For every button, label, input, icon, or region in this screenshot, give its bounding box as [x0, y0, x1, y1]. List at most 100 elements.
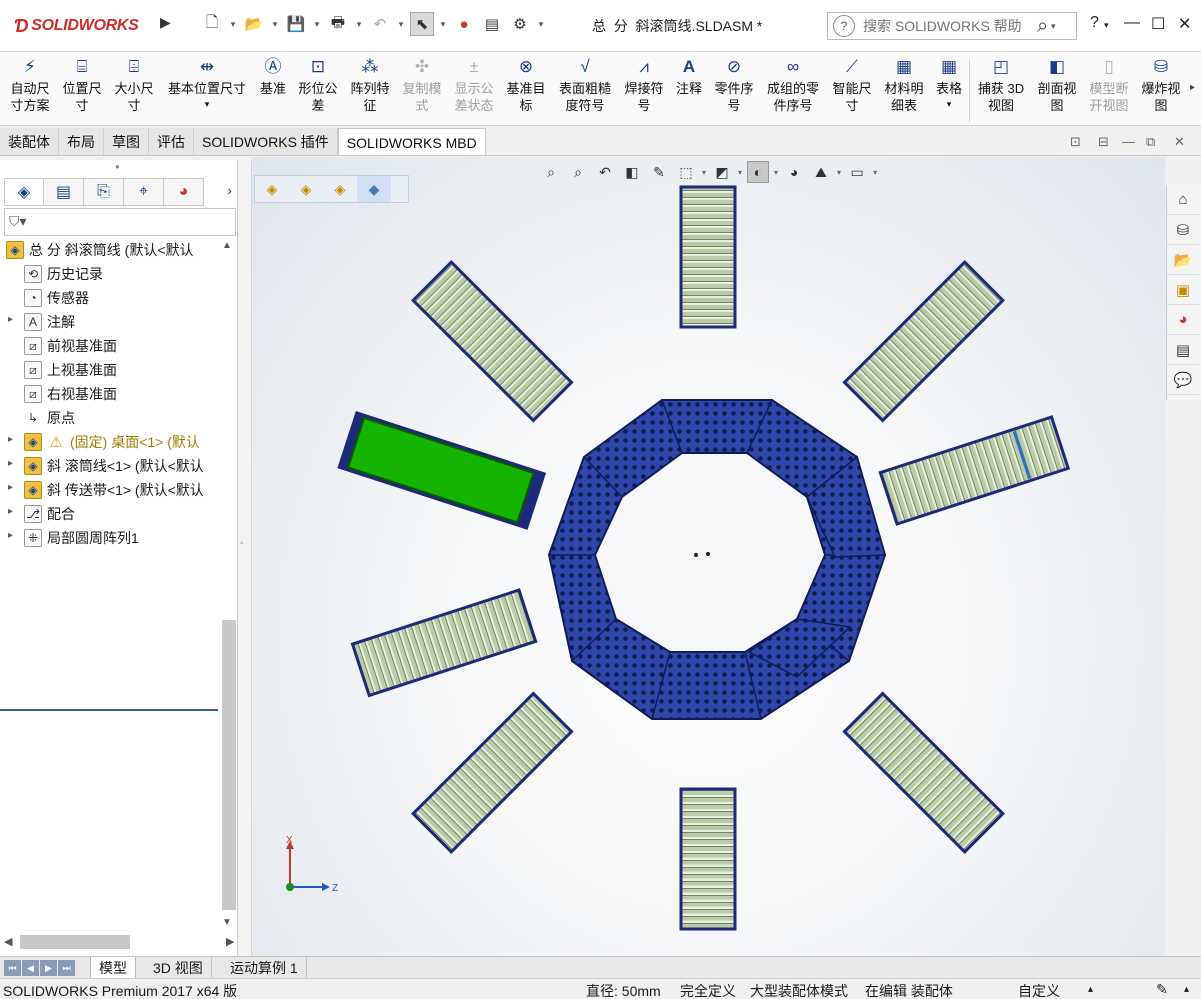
graphics-viewport[interactable]: ◈ ◈ ◈ ◆ ⌕ ⌕ ↶ ◧ ✎ ⬚ ▾ ◩ ▾ ◐ ▾ ◕ ⛰ ▾ ▭ ▾ X Z	[252, 157, 1165, 956]
tree-item-sensors[interactable]: ◔ 传感器	[0, 286, 220, 310]
tree-item-desk[interactable]: ▸ ◈ ⚠ (固定) 桌面<1> (默认	[0, 430, 220, 454]
size-dimension-button[interactable]: ⌹ 大小尺 寸	[110, 58, 158, 114]
display-style-icon[interactable]: ◩	[711, 161, 733, 183]
bom-button[interactable]: ▦ 材料明 细表	[880, 58, 928, 114]
display-style-dropdown-icon[interactable]: ▾	[738, 168, 742, 177]
arm-top-right[interactable]	[842, 260, 1005, 423]
select-dropdown-icon[interactable]: ▾	[438, 19, 448, 30]
configuration-manager-tab-icon[interactable]: ⎘	[84, 178, 124, 206]
apply-scene-icon[interactable]: ⛰	[810, 161, 832, 183]
arm-bottom[interactable]	[679, 787, 737, 931]
arm-bottom-right[interactable]	[842, 691, 1005, 854]
dropdown-icon[interactable]: ▾	[932, 97, 966, 111]
viewport-tile-icon[interactable]: ⊟	[1098, 134, 1109, 150]
view-orientation-icon[interactable]: ⬚	[675, 161, 697, 183]
maximize-button[interactable]: ☐	[1151, 14, 1165, 34]
tree-item-mates[interactable]: ▸ ⎇ 配合	[0, 502, 220, 526]
basic-location-dimension-button[interactable]: ⇹ 基本位置尺寸 ▾	[162, 58, 252, 111]
section-view-button[interactable]: ◧ 剖面视 图	[1032, 58, 1082, 114]
expand-icon[interactable]: ▸	[8, 458, 13, 469]
select-cursor-icon[interactable]: ⬉	[410, 12, 434, 36]
hide-show-dropdown-icon[interactable]: ▾	[774, 168, 778, 177]
previous-tab-icon[interactable]: ◀	[22, 960, 39, 976]
capture-3d-view-button[interactable]: ◰ 捕获 3D 视图	[974, 58, 1028, 114]
tree-item-annotations[interactable]: ▸ A 注解	[0, 310, 220, 334]
hide-show-items-icon[interactable]: ◐	[747, 161, 770, 183]
viewport-minimize-icon[interactable]: —	[1122, 134, 1135, 149]
smart-dimension-button[interactable]: ⟋ 智能尺 寸	[828, 58, 876, 114]
print-icon[interactable]: 🖶	[326, 12, 350, 36]
save-icon[interactable]: 💾	[284, 12, 308, 36]
tab-addins[interactable]: SOLIDWORKS 插件	[194, 128, 338, 156]
scroll-right-icon[interactable]: ▶	[226, 935, 234, 948]
scroll-down-icon[interactable]: ▼	[222, 917, 232, 928]
viewport-close-icon[interactable]: ✕	[1174, 134, 1185, 150]
tree-item-circular-pattern[interactable]: ▸ ⁜ 局部圆周阵列1	[0, 526, 220, 550]
forum-icon[interactable]: 💬	[1167, 365, 1199, 395]
close-button[interactable]: ✕	[1178, 14, 1191, 34]
view-orientation-dropdown-icon[interactable]: ▾	[702, 168, 706, 177]
zoom-to-area-icon[interactable]: ⌕	[567, 161, 589, 183]
tab-mbd[interactable]: SOLIDWORKS MBD	[337, 128, 486, 156]
arm-bottom-left[interactable]	[411, 691, 574, 854]
arm-top[interactable]	[679, 185, 737, 329]
display-manager-tab-icon[interactable]: ◕	[164, 178, 204, 206]
search-icon[interactable]: ⌕	[1037, 15, 1048, 38]
arm-top-left[interactable]	[411, 260, 574, 423]
panel-splitter[interactable]: ◦	[238, 160, 252, 956]
tab-assembly[interactable]: 装配体	[0, 128, 59, 156]
exploded-view-button[interactable]: ⛁ 爆炸视 图	[1136, 58, 1186, 114]
file-explorer-icon[interactable]: 📂	[1167, 245, 1199, 275]
rebuild-status-icon[interactable]: ✎	[1156, 981, 1168, 998]
appearances-icon[interactable]: ◕	[1167, 305, 1199, 335]
model-canvas[interactable]	[252, 157, 1165, 956]
section-view-icon[interactable]: ◧	[621, 161, 643, 183]
last-tab-icon[interactable]: ⏭	[58, 960, 75, 976]
central-ring[interactable]	[547, 399, 887, 720]
help-button[interactable]: ?	[1090, 14, 1099, 32]
dimxpert-tab-icon[interactable]: ⌖	[124, 178, 164, 206]
tree-item-roller-line[interactable]: ▸ ◈ 斜 滚筒线<1> (默认<默认	[0, 454, 220, 478]
scroll-left-icon[interactable]: ◀	[4, 935, 12, 948]
copy-scheme-button[interactable]: ✣ 复制模 式	[398, 58, 446, 114]
custom-properties-icon[interactable]: ▤	[1167, 335, 1199, 365]
rebuild-traffic-light-icon[interactable]: ●	[452, 12, 476, 36]
tab-3d-views[interactable]: 3D 视图	[145, 957, 212, 979]
breadcrumb-body-icon[interactable]: ◆	[357, 176, 391, 202]
expand-icon[interactable]: ▸	[8, 530, 13, 541]
units-dropdown-icon[interactable]: ▴	[1088, 984, 1093, 995]
dynamic-annotation-icon[interactable]: ✎	[648, 161, 670, 183]
open-dropdown-icon[interactable]: ▾	[270, 19, 280, 30]
undo-dropdown-icon[interactable]: ▾	[396, 19, 406, 30]
location-dimension-button[interactable]: ⌸ 位置尺 寸	[58, 58, 106, 114]
menu-expand-icon[interactable]: ▶	[160, 14, 171, 31]
stacked-balloon-button[interactable]: ∞ 成组的零 件序号	[762, 58, 824, 114]
auto-dimension-button[interactable]: ⚡ 自动尺 寸方案	[6, 58, 54, 114]
panel-grip-icon[interactable]: ●	[115, 162, 120, 171]
tolerance-status-button[interactable]: ± 显示公 差状态	[450, 58, 498, 114]
next-tab-icon[interactable]: ▶	[40, 960, 57, 976]
broken-view-button[interactable]: ▯ 模型断 开视图	[1084, 58, 1134, 114]
first-tab-icon[interactable]: ⏮	[4, 960, 21, 976]
options-gear-icon[interactable]: ⚙	[508, 12, 532, 36]
status-more-icon[interactable]: ▴	[1184, 984, 1189, 995]
tab-motion-study[interactable]: 运动算例 1	[222, 957, 307, 979]
breadcrumb-part-icon[interactable]: ◈	[323, 176, 357, 202]
tab-sketch[interactable]: 草图	[104, 128, 149, 156]
solidworks-resources-home-icon[interactable]: ⌂	[1167, 185, 1199, 215]
selected-belt-arm[interactable]	[337, 411, 547, 530]
viewport-maximize-icon[interactable]: ⧉	[1146, 134, 1155, 150]
zoom-to-fit-icon[interactable]: ⌕	[540, 161, 562, 183]
tree-item-belt[interactable]: ▸ ◈ 斜 传送带<1> (默认<默认	[0, 478, 220, 502]
property-manager-tab-icon[interactable]: ▤	[44, 178, 84, 206]
previous-view-icon[interactable]: ↶	[594, 161, 616, 183]
search-dropdown-icon[interactable]: ▾	[1048, 21, 1058, 32]
filter-funnel-icon[interactable]: ⛉▾	[9, 213, 27, 230]
print-dropdown-icon[interactable]: ▾	[354, 19, 364, 30]
expand-icon[interactable]: ▸	[8, 482, 13, 493]
view-settings-icon[interactable]: ▭	[846, 161, 868, 183]
view-settings-dropdown-icon[interactable]: ▾	[873, 168, 877, 177]
open-document-icon[interactable]: 📂	[242, 12, 266, 36]
tree-item-front-plane[interactable]: ⧄ 前视基准面	[0, 334, 220, 358]
pattern-feature-button[interactable]: ⁂ 阵列特 征	[346, 58, 394, 114]
